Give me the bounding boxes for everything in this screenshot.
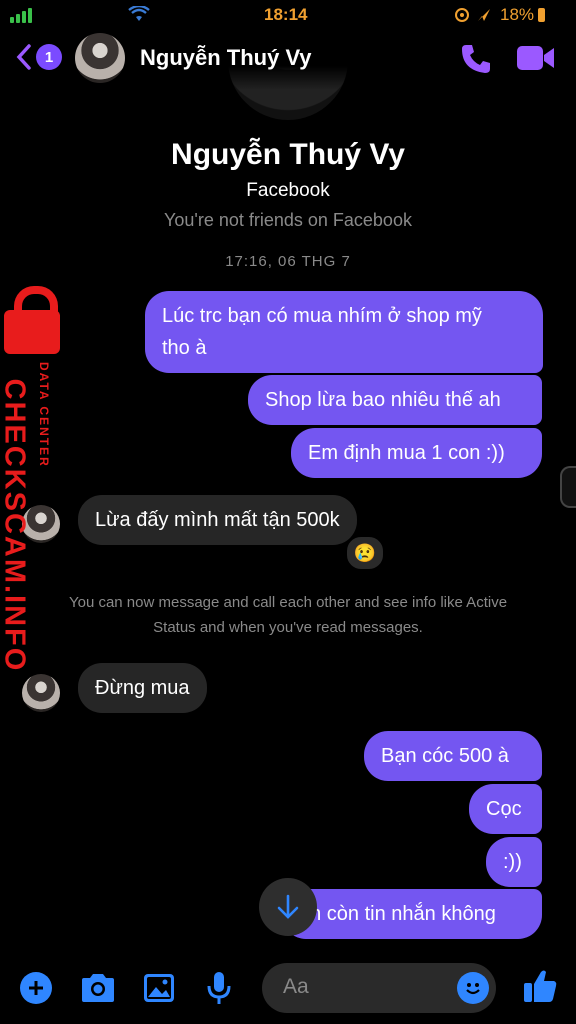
watermark-brand: CHECKSCAM.INFO <box>0 378 31 673</box>
edge-handle[interactable] <box>560 466 576 508</box>
outgoing-message[interactable]: Bạn cóc 500 à <box>364 731 542 781</box>
header-contact-name[interactable]: Nguyễn Thuý Vy <box>140 45 312 71</box>
phone-call-icon[interactable] <box>459 42 493 76</box>
lock-icon-body <box>4 310 60 354</box>
outgoing-message[interactable]: Shop lừa bao nhiêu thế ah <box>248 375 542 425</box>
chevron-left-icon <box>16 44 31 70</box>
battery-percent: 18% <box>500 5 535 24</box>
outgoing-message[interactable]: ạn còn tin nhắn không <box>282 889 542 939</box>
wifi-icon <box>128 6 150 21</box>
emoji-icon[interactable] <box>457 972 489 1004</box>
outgoing-message[interactable]: :)) <box>486 837 542 887</box>
sender-avatar[interactable] <box>22 674 60 712</box>
system-notice: You can now message and call each other … <box>20 590 556 640</box>
system-notice-line: You can now message and call each other … <box>68 594 508 611</box>
plus-icon[interactable] <box>20 972 52 1004</box>
message-timestamp: 17:16, 06 THG 7 <box>225 253 351 270</box>
signal-icon <box>10 8 32 23</box>
microphone-icon[interactable] <box>206 970 232 1006</box>
smile-face-icon <box>466 983 480 995</box>
unread-badge: 1 <box>36 44 62 70</box>
scroll-to-bottom-button[interactable] <box>259 878 317 936</box>
video-call-icon[interactable] <box>516 44 556 72</box>
gallery-icon[interactable] <box>142 972 176 1004</box>
battery-icon <box>538 8 545 22</box>
message-text-line: Lúc trc bạn có mua nhím ở shop mỹ <box>162 305 482 327</box>
watermark-tagline: DATA CENTER <box>37 362 51 468</box>
camera-icon[interactable] <box>80 972 116 1004</box>
system-notice-line: Status and when you've read messages. <box>153 619 423 636</box>
outgoing-message[interactable]: Em định mua 1 con :)) <box>291 428 542 478</box>
clock: 18:14 <box>264 5 308 24</box>
plus-glyph-icon <box>29 981 43 995</box>
outgoing-message[interactable]: Lúc trc bạn có mua nhím ở shop mỹ tho à <box>145 291 543 373</box>
profile-name: Nguyễn Thuý Vy <box>171 138 405 171</box>
outgoing-message[interactable]: Cọc <box>469 784 542 834</box>
location-lock-icon <box>455 8 490 22</box>
incoming-message[interactable]: Lừa đấy mình mất tận 500k <box>78 495 357 545</box>
profile-platform: Facebook <box>246 180 330 201</box>
back-button[interactable]: 1 <box>16 44 62 70</box>
thumbs-up-icon[interactable] <box>522 968 558 1004</box>
message-text-line: tho à <box>162 337 207 359</box>
arrow-down-icon <box>277 894 299 919</box>
crying-reaction[interactable]: 😢 <box>345 535 385 571</box>
friend-status: You're not friends on Facebook <box>164 210 412 230</box>
status-bar: 18:14 18% <box>0 0 576 30</box>
header-avatar[interactable] <box>75 33 125 83</box>
message-input-placeholder: Aa <box>283 975 309 998</box>
incoming-message[interactable]: Đừng mua <box>78 663 207 713</box>
